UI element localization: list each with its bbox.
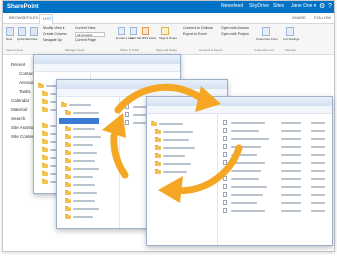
sync-arrows-icon (102, 83, 243, 203)
